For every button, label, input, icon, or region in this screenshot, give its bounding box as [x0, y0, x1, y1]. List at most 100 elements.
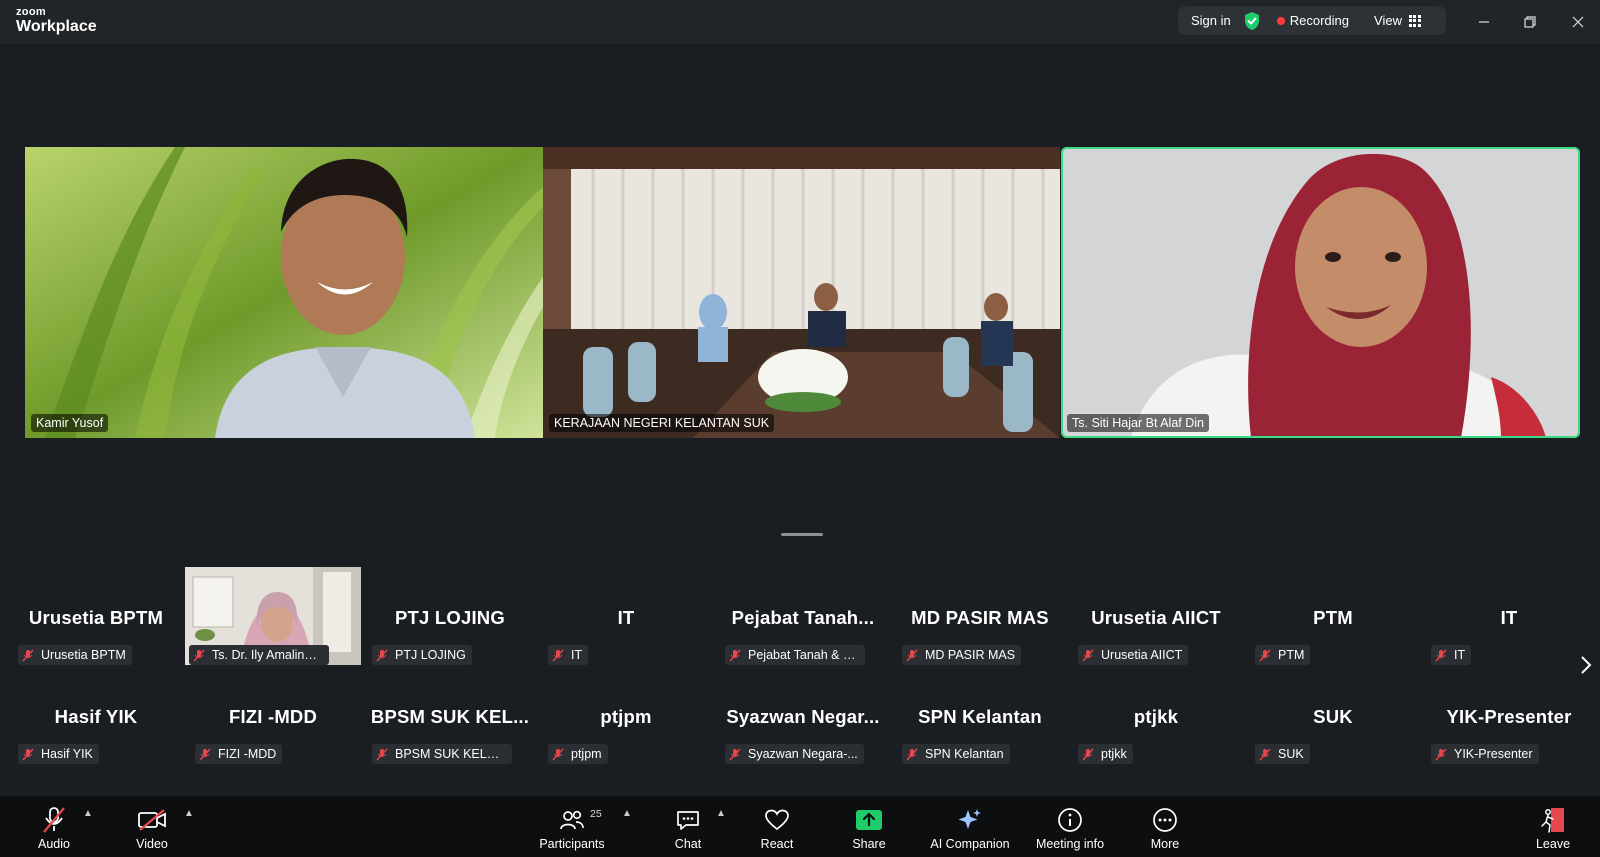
- logo-workplace-text: Workplace: [16, 18, 97, 35]
- participant-tile[interactable]: YIK-Presenter YIK-Presenter: [1421, 666, 1597, 764]
- participant-tile[interactable]: PTM PTM: [1245, 567, 1421, 665]
- participant-video-feed: [543, 147, 1060, 438]
- participant-tile[interactable]: FIZI -MDD FIZI -MDD: [185, 666, 361, 764]
- participant-tile[interactable]: BPSM SUK KEL... BPSM SUK KELAN...: [362, 666, 538, 764]
- chat-label: Chat: [674, 837, 702, 851]
- participant-display-name: ptjkk: [1133, 706, 1179, 727]
- participant-display-name: PTM: [1313, 607, 1353, 628]
- muted-mic-icon: [906, 649, 918, 661]
- participants-label: Participants: [539, 837, 605, 851]
- muted-mic-icon: [193, 649, 205, 661]
- heart-icon: [762, 806, 792, 834]
- participant-display-name: YIK-Presenter: [1446, 706, 1572, 727]
- restore-icon[interactable]: [1518, 10, 1542, 34]
- close-icon[interactable]: [1566, 10, 1590, 34]
- video-tile-kerajaan-negeri-kelantan[interactable]: KERAJAAN NEGERI KELANTAN SUK: [543, 147, 1060, 438]
- sparkle-icon: [955, 806, 985, 834]
- participant-display-name: MD PASIR MAS: [911, 607, 1049, 628]
- participant-name-label: Hasif YIK: [18, 744, 99, 764]
- participant-tile[interactable]: PTJ LOJING PTJ LOJING: [362, 567, 538, 665]
- view-button[interactable]: View: [1374, 13, 1402, 28]
- meeting-info-button[interactable]: Meeting info: [1032, 796, 1108, 857]
- participant-name-label: Pejabat Tanah & J...: [725, 645, 865, 665]
- participant-video-tile[interactable]: Ts. Dr. Ily Amalina ...: [185, 567, 361, 665]
- audio-options-chevron-icon[interactable]: ▲: [83, 808, 93, 819]
- participant-display-name: SUK: [1313, 706, 1353, 727]
- encryption-shield-icon[interactable]: [1243, 11, 1261, 31]
- participant-tile[interactable]: IT IT: [1421, 567, 1597, 665]
- participant-tile[interactable]: Hasif YIK Hasif YIK: [8, 666, 184, 764]
- muted-mic-icon: [729, 748, 741, 760]
- muted-mic-icon: [1082, 748, 1094, 760]
- more-button[interactable]: More: [1145, 796, 1185, 857]
- participant-video-feed: [1061, 147, 1580, 438]
- participant-display-name: Syazwan Negar...: [726, 706, 880, 727]
- participant-display-name: FIZI -MDD: [228, 706, 318, 727]
- chat-options-chevron-icon[interactable]: ▲: [716, 808, 726, 819]
- title-bar: zoom Workplace Sign in Recording View: [0, 0, 1600, 44]
- muted-mic-icon: [1435, 649, 1447, 661]
- participant-name-label: SPN Kelantan: [902, 744, 1010, 764]
- share-button[interactable]: Share: [849, 796, 889, 857]
- chat-button[interactable]: Chat: [670, 796, 706, 857]
- more-dots-icon: [1150, 806, 1180, 834]
- participant-name-label: SUK: [1255, 744, 1310, 764]
- participant-tile[interactable]: ptjkk ptjkk: [1068, 666, 1244, 764]
- logo-zoom-text: zoom: [16, 6, 46, 18]
- participant-name-label: YIK-Presenter: [1431, 744, 1539, 764]
- participant-tile[interactable]: Pejabat Tanah... Pejabat Tanah & J...: [715, 567, 891, 665]
- audio-label: Audio: [38, 837, 70, 851]
- video-name-label: Ts. Siti Hajar Bt Alaf Din: [1067, 414, 1209, 432]
- participant-display-name: IT: [617, 607, 635, 628]
- leave-button[interactable]: Leave: [1533, 796, 1573, 857]
- meeting-info-label: Meeting info: [1035, 837, 1105, 851]
- participant-name-label: ptjpm: [548, 744, 608, 764]
- meeting-toolbar: Audio ▲ Video ▲ Participants 25 ▲ Chat ▲…: [0, 796, 1600, 857]
- recording-dot-icon: [1276, 16, 1285, 25]
- leave-label: Leave: [1535, 837, 1571, 851]
- recording-status[interactable]: Recording: [1290, 13, 1349, 28]
- participants-button[interactable]: Participants: [536, 796, 608, 857]
- ai-companion-label: AI Companion: [930, 837, 1010, 851]
- participant-tile[interactable]: Urusetia BPTM Urusetia BPTM: [8, 567, 184, 665]
- muted-mic-icon: [552, 748, 564, 760]
- participant-display-name: SPN Kelantan: [918, 706, 1042, 727]
- video-tile-siti-hajar-active-speaker[interactable]: Ts. Siti Hajar Bt Alaf Din: [1061, 147, 1580, 438]
- participant-display-name: Pejabat Tanah...: [731, 607, 875, 628]
- muted-mic-icon: [376, 748, 388, 760]
- participant-display-name: IT: [1500, 607, 1518, 628]
- participant-tile[interactable]: IT IT: [538, 567, 714, 665]
- react-button[interactable]: React: [757, 796, 797, 857]
- muted-mic-icon: [1082, 649, 1094, 661]
- participant-name-label: PTM: [1255, 645, 1311, 665]
- participants-count-badge: 25: [590, 808, 602, 820]
- muted-mic-icon: [199, 748, 211, 760]
- participant-name-label: MD PASIR MAS: [902, 645, 1022, 665]
- participant-name-label: FIZI -MDD: [195, 744, 283, 764]
- participant-video-feed: [25, 147, 543, 438]
- participant-tile[interactable]: MD PASIR MAS MD PASIR MAS: [892, 567, 1068, 665]
- participant-display-name: BPSM SUK KEL...: [370, 706, 530, 727]
- participants-options-chevron-icon[interactable]: ▲: [622, 808, 632, 819]
- muted-mic-icon: [1259, 649, 1271, 661]
- muted-mic-icon: [22, 649, 34, 661]
- muted-mic-icon: [376, 649, 388, 661]
- sign-in-button[interactable]: Sign in: [1191, 13, 1231, 28]
- participant-tile[interactable]: SUK SUK: [1245, 666, 1421, 764]
- participant-tile[interactable]: SPN Kelantan SPN Kelantan: [892, 666, 1068, 764]
- video-options-chevron-icon[interactable]: ▲: [184, 808, 194, 819]
- chevron-right-icon[interactable]: [1578, 653, 1594, 677]
- participant-tile[interactable]: Urusetia AIICT Urusetia AIICT: [1068, 567, 1244, 665]
- video-tile-kamir-yusof[interactable]: Kamir Yusof: [25, 147, 543, 438]
- video-button[interactable]: Video: [131, 796, 173, 857]
- minimize-icon[interactable]: [1472, 10, 1496, 34]
- muted-mic-icon: [1435, 748, 1447, 760]
- participant-tile[interactable]: Syazwan Negar... Syazwan Negara-...: [715, 666, 891, 764]
- participant-tile[interactable]: ptjpm ptjpm: [538, 666, 714, 764]
- ai-companion-button[interactable]: AI Companion: [928, 796, 1012, 857]
- muted-mic-icon: [1259, 748, 1271, 760]
- resize-drag-handle[interactable]: [781, 533, 823, 536]
- grid-view-icon[interactable]: [1408, 14, 1421, 27]
- audio-button[interactable]: Audio: [34, 796, 74, 857]
- chat-bubble-icon: [673, 806, 703, 834]
